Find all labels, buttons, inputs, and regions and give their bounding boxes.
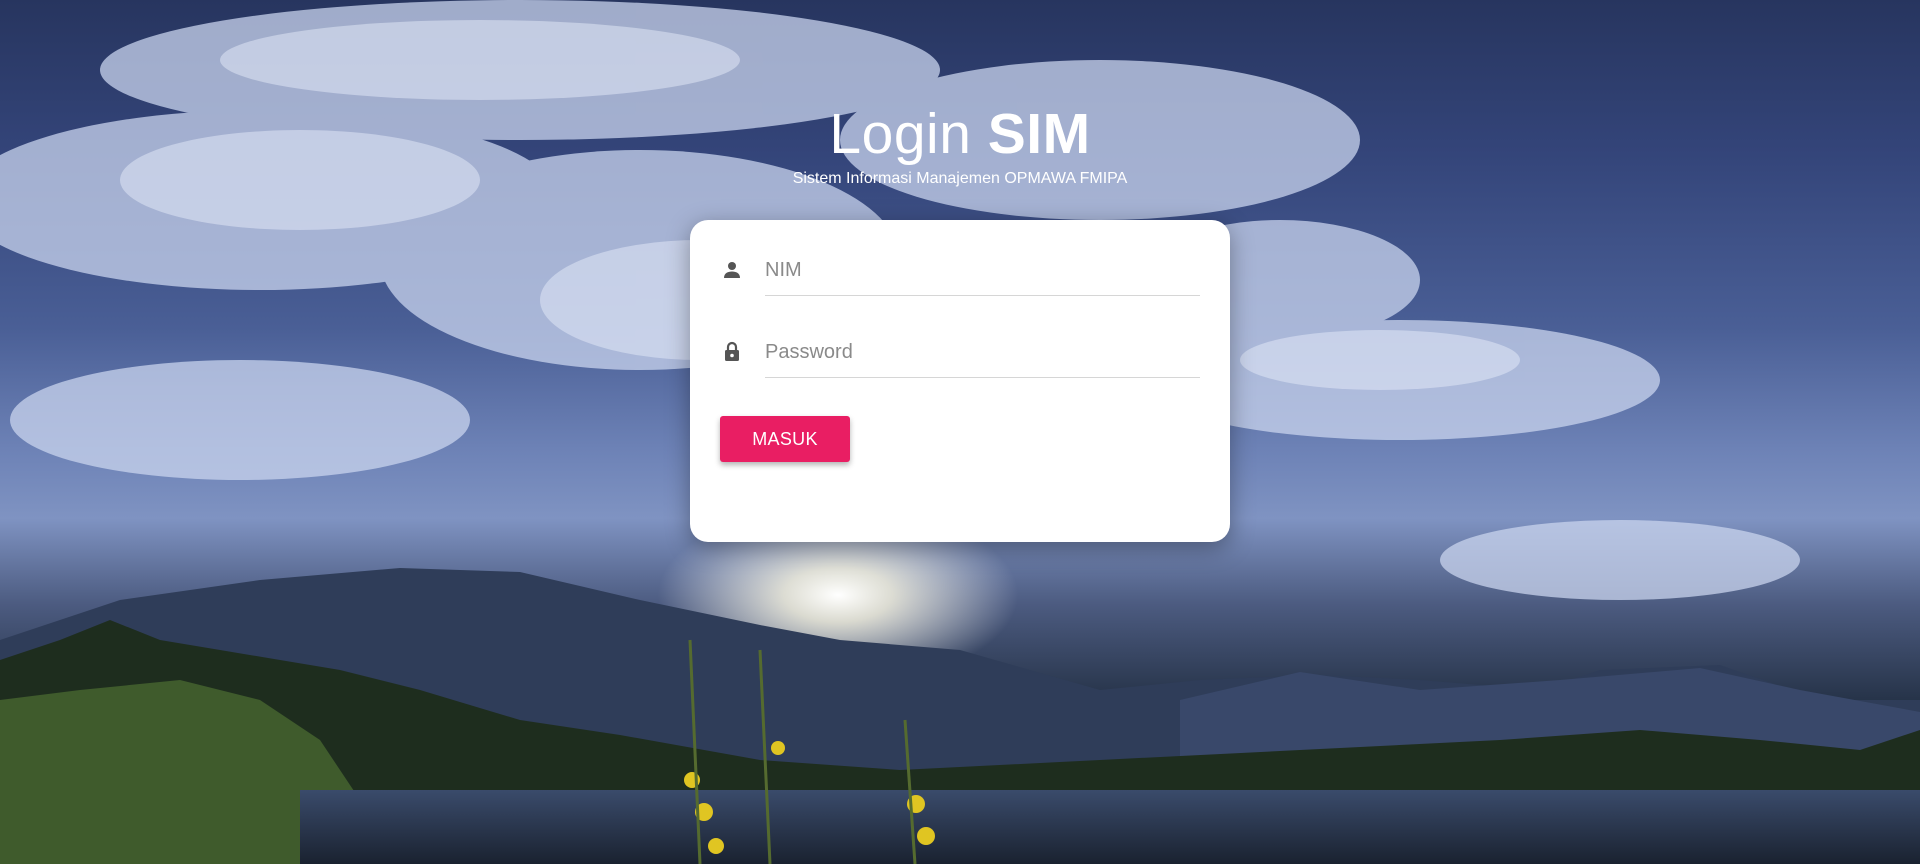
nim-underline — [765, 295, 1200, 296]
title-light-text: Login — [829, 102, 972, 166]
person-icon — [720, 258, 744, 282]
title-bold-text: SIM — [987, 102, 1091, 166]
masuk-button[interactable]: MASUK — [720, 416, 850, 462]
login-card: MASUK — [690, 220, 1230, 542]
nim-field-group — [720, 252, 1200, 296]
page-title: Login SIM — [0, 98, 1920, 170]
lock-icon — [720, 340, 744, 364]
password-field-group — [720, 334, 1200, 378]
nim-input[interactable] — [765, 254, 1195, 286]
password-input[interactable] — [765, 336, 1195, 368]
password-underline — [765, 377, 1200, 378]
page-subtitle: Sistem Informasi Manajemen OPMAWA FMIPA — [792, 170, 1128, 187]
page-header: Login SIM Sistem Informasi Manajemen OPM… — [0, 98, 1920, 190]
